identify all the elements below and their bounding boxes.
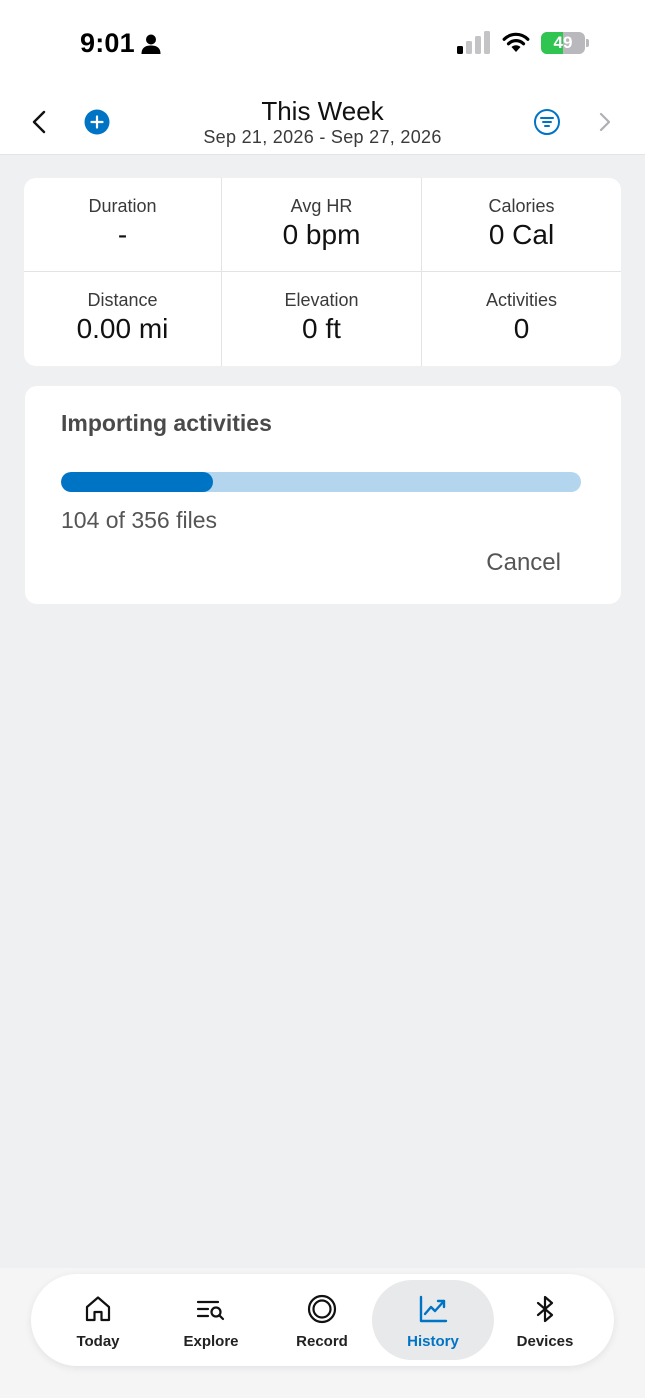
record-icon: [307, 1294, 337, 1324]
nav-item-record[interactable]: Record: [261, 1274, 383, 1366]
chevron-right-icon[interactable]: [592, 108, 620, 136]
header: This Week Sep 21, 2026 - Sep 27, 2026: [0, 88, 645, 155]
bluetooth-icon: [536, 1295, 554, 1323]
trend-chart-icon: [419, 1295, 448, 1323]
stat-distance: Distance 0.00 mi: [24, 272, 222, 366]
stat-value: 0 ft: [302, 313, 341, 344]
stat-elevation: Elevation 0 ft: [222, 272, 422, 366]
nav-label: Record: [296, 1333, 348, 1350]
nav-label: Devices: [516, 1333, 574, 1350]
stat-label: Elevation: [284, 290, 359, 310]
person-icon: [141, 34, 161, 54]
stat-label: Calories: [488, 196, 555, 216]
nav-label: History: [407, 1333, 459, 1350]
home-icon: [85, 1296, 111, 1322]
import-progress-bar: [61, 472, 581, 492]
stat-value: 0: [513, 313, 530, 344]
status-time: 9:01: [80, 28, 135, 58]
stat-value: -: [117, 219, 128, 250]
stat-value: 0 Cal: [488, 219, 555, 250]
nav-item-explore[interactable]: Explore: [150, 1274, 272, 1366]
battery-charging-icon: 49: [541, 32, 589, 54]
explore-icon: [196, 1300, 225, 1321]
filter-icon[interactable]: [533, 108, 561, 136]
stat-calories: Calories 0 Cal: [422, 178, 621, 272]
bottom-nav: Today Explore Record History Devices: [31, 1274, 614, 1366]
import-progress-fill: [61, 472, 213, 492]
nav-label: Explore: [183, 1333, 239, 1350]
stat-label: Distance: [87, 290, 158, 310]
stat-label: Avg HR: [290, 196, 353, 216]
stat-duration: Duration -: [24, 178, 222, 272]
weekly-stats-card: Duration - Avg HR 0 bpm Calories 0 Cal D…: [24, 178, 621, 366]
wifi-icon: [502, 32, 530, 52]
stat-avg-hr: Avg HR 0 bpm: [222, 178, 422, 272]
nav-item-history[interactable]: History: [372, 1274, 494, 1366]
nav-item-devices[interactable]: Devices: [484, 1274, 606, 1366]
stat-value: 0.00 mi: [76, 313, 169, 344]
stat-label: Duration: [88, 196, 157, 216]
import-progress-text: 104 of 356 files: [61, 507, 218, 533]
stat-value: 0 bpm: [282, 219, 361, 250]
nav-label: Today: [76, 1333, 120, 1350]
status-bar: 9:01 49: [0, 0, 645, 88]
stat-label: Activities: [485, 290, 557, 310]
import-title: Importing activities: [61, 410, 272, 436]
battery-level: 49: [553, 33, 573, 52]
cancel-button[interactable]: Cancel: [486, 549, 561, 577]
import-progress-card: Importing activities 104 of 356 files Ca…: [25, 386, 621, 604]
nav-item-today[interactable]: Today: [37, 1274, 159, 1366]
stat-activities: Activities 0: [422, 272, 621, 366]
signal-icon: [457, 31, 490, 54]
